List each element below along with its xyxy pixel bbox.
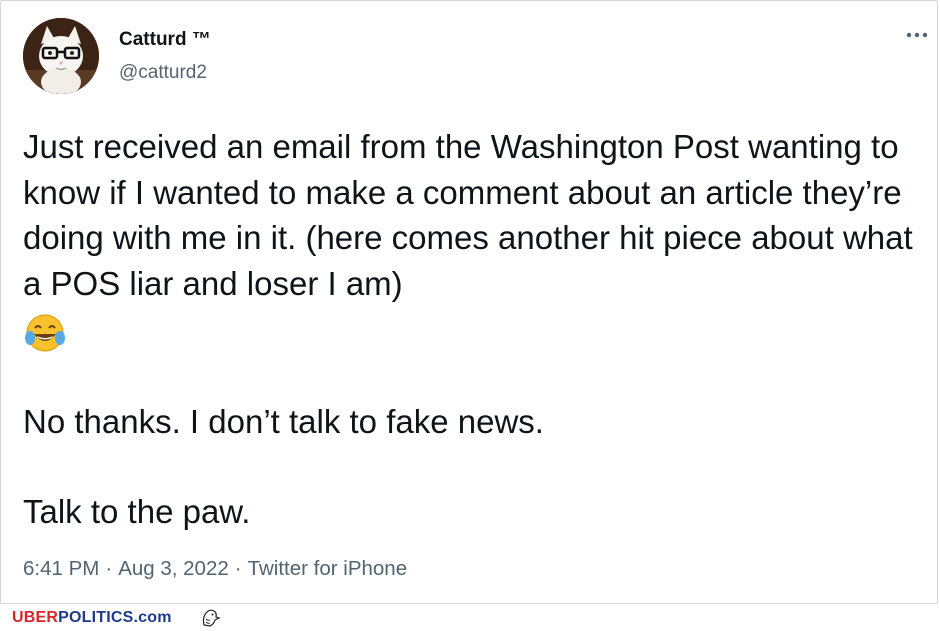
tweet-paragraph-2: No thanks. I don’t talk to fake news. — [23, 403, 544, 441]
watermark-politics: POLITICS.com — [58, 609, 172, 626]
cat-with-glasses-avatar — [23, 18, 99, 94]
meta-separator: · — [105, 557, 113, 580]
more-options-button[interactable] — [901, 23, 933, 47]
author-handle[interactable]: @catturd2 — [119, 62, 207, 84]
tweet-paragraph-1: Just received an email from the Washingt… — [23, 128, 913, 302]
face-with-tears-of-joy-icon — [25, 314, 65, 352]
tweet-time[interactable]: 6:41 PM — [23, 557, 99, 580]
tweet-source[interactable]: Twitter for iPhone — [248, 557, 408, 580]
meta-separator: · — [234, 557, 242, 580]
author-avatar[interactable] — [23, 18, 99, 94]
eagle-icon — [202, 609, 221, 627]
emoji-line — [23, 306, 923, 355]
tweet-text: Just received an email from the Washingt… — [23, 124, 923, 534]
more-options-icon — [906, 32, 928, 38]
tweet-meta: 6:41 PM · Aug 3, 2022 · Twitter for iPhone — [23, 557, 407, 581]
tweet-paragraph-3: Talk to the paw. — [23, 492, 251, 530]
tweet-date[interactable]: Aug 3, 2022 — [118, 557, 229, 580]
tweet-card: Catturd ™ @catturd2 Just received an ema… — [0, 0, 938, 604]
author-display-name[interactable]: Catturd ™ — [119, 29, 211, 51]
uberpolitics-watermark: UBER POLITICS.com — [12, 609, 172, 627]
watermark-uber: UBER — [12, 609, 59, 626]
